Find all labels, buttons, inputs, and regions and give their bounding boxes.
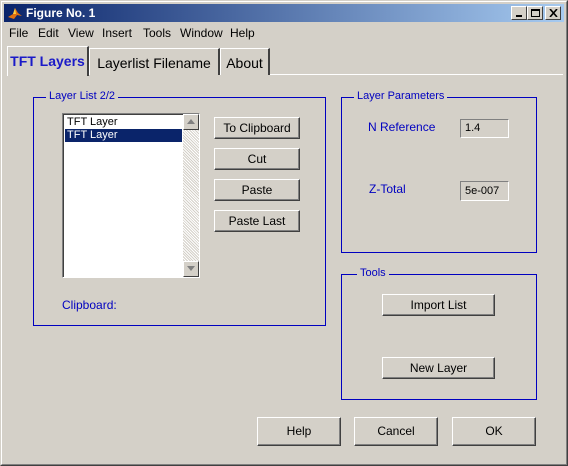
menu-help[interactable]: Help [230, 26, 255, 40]
minimize-button[interactable] [511, 6, 527, 20]
cut-button[interactable]: Cut [214, 148, 300, 170]
import-list-button[interactable]: Import List [382, 294, 495, 316]
tools-title: Tools [357, 267, 389, 279]
z-total-label: Z-Total [369, 182, 406, 196]
tab-about[interactable]: About [220, 48, 270, 75]
list-item[interactable]: TFT Layer [65, 116, 182, 129]
menu-tools[interactable]: Tools [143, 26, 171, 40]
tab-tft-layers[interactable]: TFT Layers [7, 46, 89, 76]
ok-button[interactable]: OK [452, 417, 536, 446]
button-label: Cancel [377, 424, 415, 438]
menu-view[interactable]: View [68, 26, 94, 40]
maximize-button[interactable] [527, 6, 543, 20]
menu-window[interactable]: Window [180, 26, 223, 40]
tools-group: Tools [341, 267, 537, 400]
menu-bar: File Edit View Insert Tools Window Help [4, 24, 564, 42]
layer-list-title: Layer List 2/2 [46, 90, 119, 102]
button-label: Paste [241, 183, 273, 197]
title-bar[interactable]: Figure No. 1 [4, 4, 564, 22]
scroll-up-button[interactable] [183, 114, 199, 130]
menu-insert[interactable]: Insert [102, 26, 132, 40]
button-label: To Clipboard [223, 121, 291, 135]
paste-button[interactable]: Paste [214, 179, 300, 201]
button-label: Help [286, 424, 312, 438]
n-reference-field[interactable]: 1.4 [460, 119, 509, 138]
help-button[interactable]: Help [257, 417, 341, 446]
menu-edit[interactable]: Edit [38, 26, 59, 40]
clipboard-label: Clipboard: [62, 298, 117, 312]
button-label: Cut [247, 152, 267, 166]
button-label: Paste Last [228, 214, 286, 228]
paste-last-button[interactable]: Paste Last [214, 210, 300, 232]
scroll-down-button[interactable] [183, 261, 199, 277]
z-total-value: 5e-007 [465, 185, 500, 197]
layer-parameters-title: Layer Parameters [354, 90, 448, 102]
button-label: Import List [410, 298, 467, 312]
n-reference-label: N Reference [368, 120, 436, 134]
n-reference-value: 1.4 [465, 122, 481, 134]
listbox-scrollbar[interactable] [183, 114, 199, 277]
button-label: OK [485, 424, 503, 438]
window-title: Figure No. 1 [26, 6, 96, 20]
list-item-selected[interactable]: TFT Layer [65, 129, 182, 142]
tab-label: About [226, 55, 263, 71]
tab-label: TFT Layers [10, 53, 85, 69]
button-label: New Layer [409, 361, 468, 375]
to-clipboard-button[interactable]: To Clipboard [214, 117, 300, 139]
tab-label: Layerlist Filename [97, 55, 211, 71]
menu-file[interactable]: File [9, 26, 28, 40]
figure-window: Figure No. 1 File Edit View Insert Tools… [0, 0, 568, 466]
close-button[interactable] [545, 6, 561, 20]
z-total-field[interactable]: 5e-007 [460, 181, 509, 201]
matlab-logo-icon [7, 5, 23, 21]
new-layer-button[interactable]: New Layer [382, 357, 495, 379]
layer-listbox[interactable]: TFT Layer TFT Layer [62, 113, 200, 278]
cancel-button[interactable]: Cancel [354, 417, 438, 446]
tab-layerlist-filename[interactable]: Layerlist Filename [89, 48, 220, 75]
